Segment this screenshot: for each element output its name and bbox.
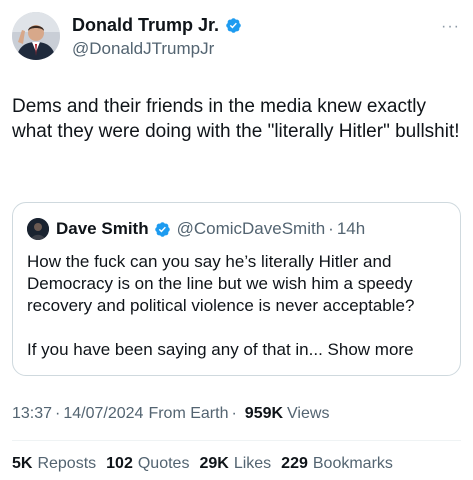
tweet-header: Donald Trump Jr. @DonaldJTrumpJr ··· [12, 12, 462, 62]
quoted-timestamp: 14h [336, 219, 366, 238]
bookmarks-count: 229 [281, 455, 308, 472]
bookmarks-label: Bookmarks [312, 455, 393, 472]
quoted-avatar [27, 218, 49, 240]
quotes-count: 102 [106, 455, 133, 472]
meta-separator: · [55, 405, 61, 422]
tweet-date[interactable]: 14/07/2024 [63, 405, 143, 423]
tweet-card: Donald Trump Jr. @DonaldJTrumpJr ··· Dem… [0, 0, 473, 480]
author-handle[interactable]: @DonaldJTrumpJr [72, 39, 242, 59]
quoted-tweet-text: How the fuck can you say he’s literally … [27, 251, 452, 361]
quoted-author-handle: @ComicDaveSmith [176, 219, 326, 238]
quoted-paragraph-1: How the fuck can you say he’s literally … [27, 252, 415, 315]
avatar-photo [12, 12, 60, 60]
reposts-count: 5K [12, 455, 33, 472]
reposts-stat[interactable]: 5K Reposts [12, 455, 96, 473]
quoted-tweet[interactable]: Dave Smith @ComicDaveSmith · 14h How the… [12, 202, 461, 376]
verified-badge-icon [154, 221, 171, 238]
verified-badge-icon [225, 17, 242, 34]
engagement-stats: 5K Reposts 102 Quotes 29K Likes 229 Book… [12, 455, 403, 473]
tweet-source: From Earth [148, 405, 229, 422]
quotes-stat[interactable]: 102 Quotes [106, 455, 189, 473]
show-more-link[interactable]: Show more [328, 340, 414, 359]
divider [12, 440, 461, 441]
likes-stat[interactable]: 29K Likes [199, 455, 271, 473]
likes-count: 29K [199, 455, 229, 472]
author-name[interactable]: Donald Trump Jr. [72, 15, 219, 36]
quoted-paragraph-2: If you have been saying any of that in..… [27, 339, 452, 361]
views-count: 959K [244, 405, 284, 422]
meta-separator: · [231, 405, 237, 422]
quotes-label: Quotes [137, 455, 190, 472]
reposts-label: Reposts [37, 455, 97, 472]
quoted-author-name: Dave Smith [56, 219, 149, 238]
author-info: Donald Trump Jr. @DonaldJTrumpJr [72, 14, 242, 59]
quoted-truncated-text: If you have been saying any of that in..… [27, 340, 323, 359]
quoted-tweet-header: Dave Smith @ComicDaveSmith · 14h [27, 217, 365, 241]
tweet-meta: 13:37 · 14/07/2024 From Earth · 959K Vie… [12, 405, 329, 423]
views-label: Views [287, 405, 330, 422]
more-options-icon[interactable]: ··· [441, 18, 460, 36]
likes-label: Likes [233, 455, 272, 472]
tweet-time[interactable]: 13:37 [12, 405, 52, 423]
avatar[interactable] [12, 12, 60, 60]
quoted-separator: · [328, 219, 334, 238]
tweet-text: Dems and their friends in the media knew… [12, 96, 460, 142]
bookmarks-stat[interactable]: 229 Bookmarks [281, 455, 393, 473]
